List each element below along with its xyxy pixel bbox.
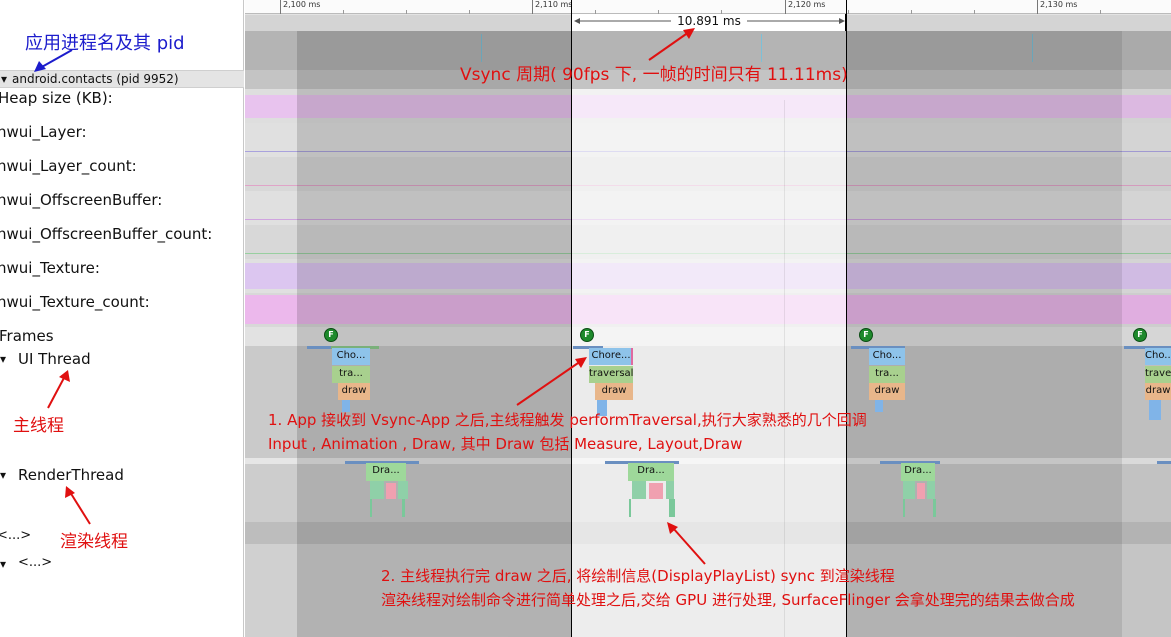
hwui-offscreen-label: hwui_OffscreenBuffer: <box>0 191 163 209</box>
track-label-panel: ▾ android.contacts (pid 9952) Heap size … <box>0 0 244 637</box>
frame-marker-icon[interactable]: F <box>580 328 594 342</box>
hwui-layer-label: hwui_Layer: <box>0 123 87 141</box>
perfetto-trace-viewer: { "timeline": { "ticks": ["2,100 ms", "2… <box>0 0 1171 637</box>
draw-slice[interactable]: draw <box>338 383 370 400</box>
annotation-step2-line2: 渲染线程对绘制命令进行简单处理之后,交给 GPU 进行处理, SurfaceFl… <box>381 591 1075 609</box>
draw-frame-slice[interactable]: Dra... <box>901 463 935 481</box>
ui-thread-chevron-icon[interactable]: ▾ <box>0 350 6 368</box>
timeline-panel[interactable]: 2,100 ms 2,110 ms 2,120 ms 2,130 ms 10.8… <box>245 0 1171 637</box>
hwui-texture-label: hwui_Texture: <box>0 259 100 277</box>
draw-slice[interactable]: draw <box>595 383 633 400</box>
tick-label: 2,100 ms <box>283 0 321 9</box>
choreographer-slice[interactable]: Cho... <box>332 348 370 365</box>
draw-slice[interactable]: draw <box>869 383 905 400</box>
collapsed-thread-label[interactable]: <...> <box>0 527 31 545</box>
choreographer-slice[interactable]: Cho... <box>869 348 905 365</box>
traversal-slice[interactable]: traversal <box>589 366 633 383</box>
annotation-pid-arrow-icon <box>34 49 73 72</box>
annotation-render-thread: 渲染线程 <box>60 532 128 552</box>
process-name-label: android.contacts (pid 9952) <box>12 72 179 86</box>
frame-marker-icon[interactable]: F <box>859 328 873 342</box>
annotation-step1-line2: Input , Animation , Draw, 其中 Draw 包括 Mea… <box>268 435 743 453</box>
render-thread-label[interactable]: RenderThread <box>18 466 124 484</box>
tick-label: 2,120 ms <box>788 0 826 9</box>
render-thread-chevron-icon[interactable]: ▾ <box>0 466 6 484</box>
ui-thread-label[interactable]: UI Thread <box>18 350 91 368</box>
traversal-slice[interactable]: tra... <box>869 366 905 383</box>
collapsed-thread-chevron-icon[interactable]: ▾ <box>0 555 6 573</box>
choreographer-slice[interactable]: Cho... <box>1145 348 1171 365</box>
expand-chevron-icon[interactable]: ▾ <box>1 72 7 87</box>
tick-label: 2,110 ms <box>535 0 573 9</box>
annotation-step1-line1: 1. App 接收到 Vsync-App 之后,主线程触发 performTra… <box>268 411 867 429</box>
annotation-main-thread-arrow-icon <box>47 370 70 409</box>
traversal-slice[interactable]: travers <box>1145 366 1171 383</box>
annotation-main-thread: 主线程 <box>13 416 64 436</box>
tick-label: 2,130 ms <box>1040 0 1078 9</box>
heap-size-label: Heap size (KB): <box>0 89 113 107</box>
time-ruler[interactable]: 2,100 ms 2,110 ms 2,120 ms 2,130 ms <box>245 0 1171 14</box>
draw-frame-slice[interactable]: Dra... <box>366 463 406 481</box>
collapsed-thread-label-2[interactable]: <...> <box>18 554 52 572</box>
traversal-slice[interactable]: tra... <box>332 366 370 383</box>
annotation-step2-line1: 2. 主线程执行完 draw 之后, 将绘制信息(DisplayPlayList… <box>381 567 895 585</box>
frames-track-label: Frames <box>0 327 54 345</box>
draw-frame-slice[interactable]: Dra... <box>628 463 674 481</box>
annotation-step2-arrow-icon <box>667 522 706 565</box>
selection-measure[interactable]: 10.891 ms <box>571 14 846 31</box>
frame-marker-icon[interactable]: F <box>1133 328 1147 342</box>
hwui-texture-count-label: hwui_Texture_count: <box>0 293 150 311</box>
frame-marker-icon[interactable]: F <box>324 328 338 342</box>
draw-slice[interactable]: draw <box>1145 383 1171 400</box>
hwui-layer-count-label: hwui_Layer_count: <box>0 157 137 175</box>
hwui-offscreen-count-label: hwui_OffscreenBuffer_count: <box>0 225 213 243</box>
annotation-render-thread-arrow-icon <box>65 486 91 525</box>
choreographer-slice[interactable]: Chore... <box>589 348 633 365</box>
annotation-vsync-arrow-icon <box>648 28 695 61</box>
annotation-step1-arrow-icon <box>516 357 587 406</box>
